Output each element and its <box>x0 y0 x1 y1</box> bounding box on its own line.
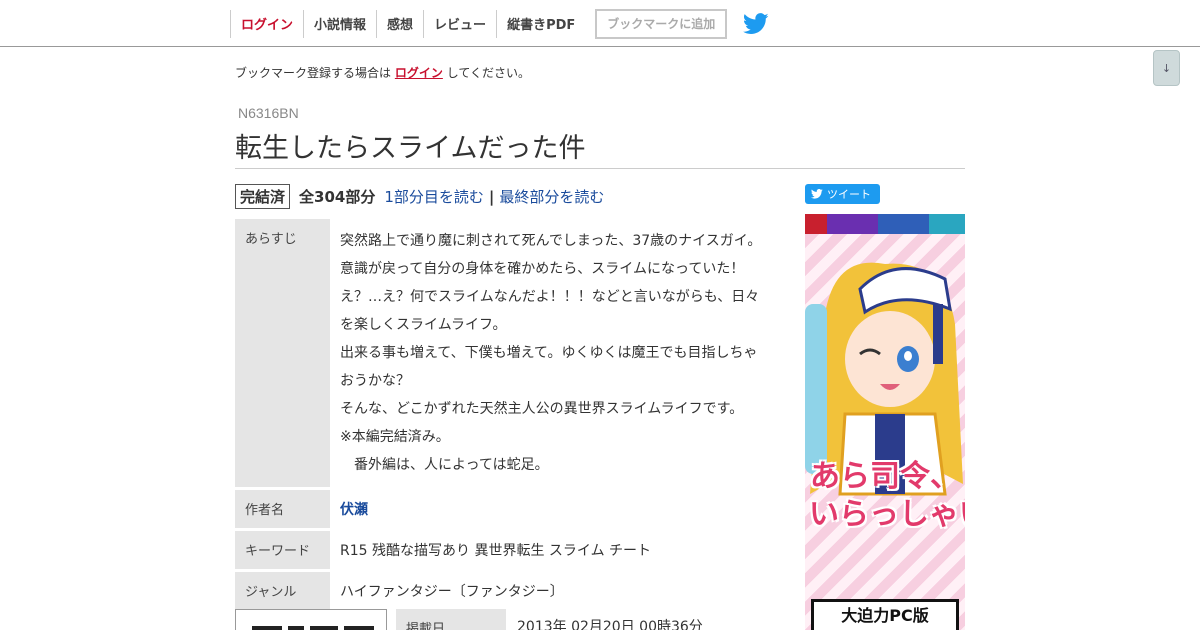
author-link[interactable]: 伏瀬 <box>340 502 368 518</box>
summary-row: あらすじ 突然路上で通り魔に刺されて死んでしまった、37歳のナイスガイ。 意識が… <box>235 219 765 487</box>
summary-line: そんな、どこかずれた天然主人公の異世界スライムライフです。 <box>340 401 744 417</box>
summary-line: を楽しくスライムライフ。 <box>340 317 507 333</box>
ad-color-stripe <box>827 214 878 234</box>
summary-line: おうかな？ <box>340 373 410 389</box>
ad-color-stripe <box>878 214 929 234</box>
ad-color-stripe <box>805 214 827 234</box>
summary-text: 突然路上で通り魔に刺されて死んでしまった、37歳のナイスガイ。 意識が戻って自分… <box>330 219 771 487</box>
ad-headline-line: いらっしゃい <box>809 497 965 532</box>
keyword-label: キーワード <box>235 531 330 569</box>
nav-novel-info-link[interactable]: 小説情報 <box>303 9 376 38</box>
genre-value: ハイファンタジー〔ファンタジー〕 <box>340 584 564 600</box>
author-label: 作者名 <box>235 490 330 528</box>
novel-info-table: あらすじ 突然路上で通り魔に刺されて死んでしまった、37歳のナイスガイ。 意識が… <box>235 219 765 613</box>
genre-label: ジャンル <box>235 572 330 610</box>
twitter-bird-icon[interactable] <box>743 12 769 35</box>
summary-line: 意識が戻って自分の身体を確かめたら、スライムになっていた！ <box>340 261 745 277</box>
keyword-row: キーワード R15 残酷な描写あり 異世界転生 スライム チート <box>235 531 765 569</box>
author-row: 作者名 伏瀬 <box>235 490 765 528</box>
nav-impressions-link[interactable]: 感想 <box>376 9 423 38</box>
ad-color-stripe <box>929 214 965 234</box>
ad-headline-line: あら司令、 <box>810 459 960 494</box>
tweet-label: ツイート <box>827 188 871 201</box>
tweet-button[interactable]: ツイート <box>805 184 880 204</box>
top-navigation: ログイン 小説情報 感想 レビュー 縦書きPDF ブックマークに追加 <box>0 0 1200 47</box>
summary-line: 番外編は、人によっては蛇足。 <box>340 457 549 473</box>
scroll-down-button[interactable]: ↓ <box>1153 50 1180 86</box>
total-parts: 全304部分 <box>299 188 376 206</box>
nav-login-link[interactable]: ログイン <box>230 9 303 38</box>
summary-line: 出来る事も増えて、下僕も増えて。ゆくゆくは魔王でも目指しちゃ <box>340 345 758 361</box>
notice-text-after: してください。 <box>446 66 530 80</box>
login-notice: ブックマーク登録する場合は ログイン してください。 <box>235 64 530 81</box>
advertisement-banner[interactable]: あら司令、 いらっしゃい 大迫力PC版 <box>805 214 965 630</box>
summary-line: 突然路上で通り魔に刺されて死んでしまった、37歳のナイスガイ。 <box>340 233 762 249</box>
ad-promo-label: 大迫力PC版 <box>811 599 959 630</box>
published-label: 掲載日 <box>396 609 506 630</box>
twitter-bird-icon <box>811 189 823 199</box>
add-bookmark-button[interactable]: ブックマークに追加 <box>595 8 728 39</box>
keyword-values: R15 残酷な描写あり 異世界転生 スライム チート <box>340 543 652 559</box>
published-date: 2013年 02月20日 00時36分 <box>517 619 703 630</box>
nav-items: ログイン 小説情報 感想 レビュー 縦書きPDF ブックマークに追加 <box>230 0 769 47</box>
notice-login-link[interactable]: ログイン <box>395 66 443 80</box>
genre-row: ジャンル ハイファンタジー〔ファンタジー〕 <box>235 572 765 610</box>
status-row: 完結済 全304部分 1部分目を読む | 最終部分を読む <box>235 184 604 209</box>
read-last-part-link[interactable]: 最終部分を読む <box>499 186 604 207</box>
summary-line: え？…え？何でスライムなんだよ！！！などと言いながらも、日々 <box>340 289 760 305</box>
ad-headline: あら司令、 いらっしゃい <box>809 458 965 534</box>
title-divider <box>235 168 965 169</box>
completed-status-badge: 完結済 <box>235 184 291 209</box>
summary-label: あらすじ <box>235 219 330 487</box>
nav-review-link[interactable]: レビュー <box>423 9 496 38</box>
novel-code: N6316BN <box>238 105 299 121</box>
qr-code-image <box>235 609 387 630</box>
read-first-part-link[interactable]: 1部分目を読む <box>384 186 484 207</box>
summary-line: ※本編完結済み。 <box>340 429 450 445</box>
ad-character-illustration <box>805 262 963 496</box>
nav-vertical-pdf-link[interactable]: 縦書きPDF <box>496 9 585 38</box>
link-separator: | <box>488 187 495 206</box>
notice-text-before: ブックマーク登録する場合は <box>235 66 392 80</box>
novel-title: 転生したらスライムだった件 <box>235 133 586 164</box>
